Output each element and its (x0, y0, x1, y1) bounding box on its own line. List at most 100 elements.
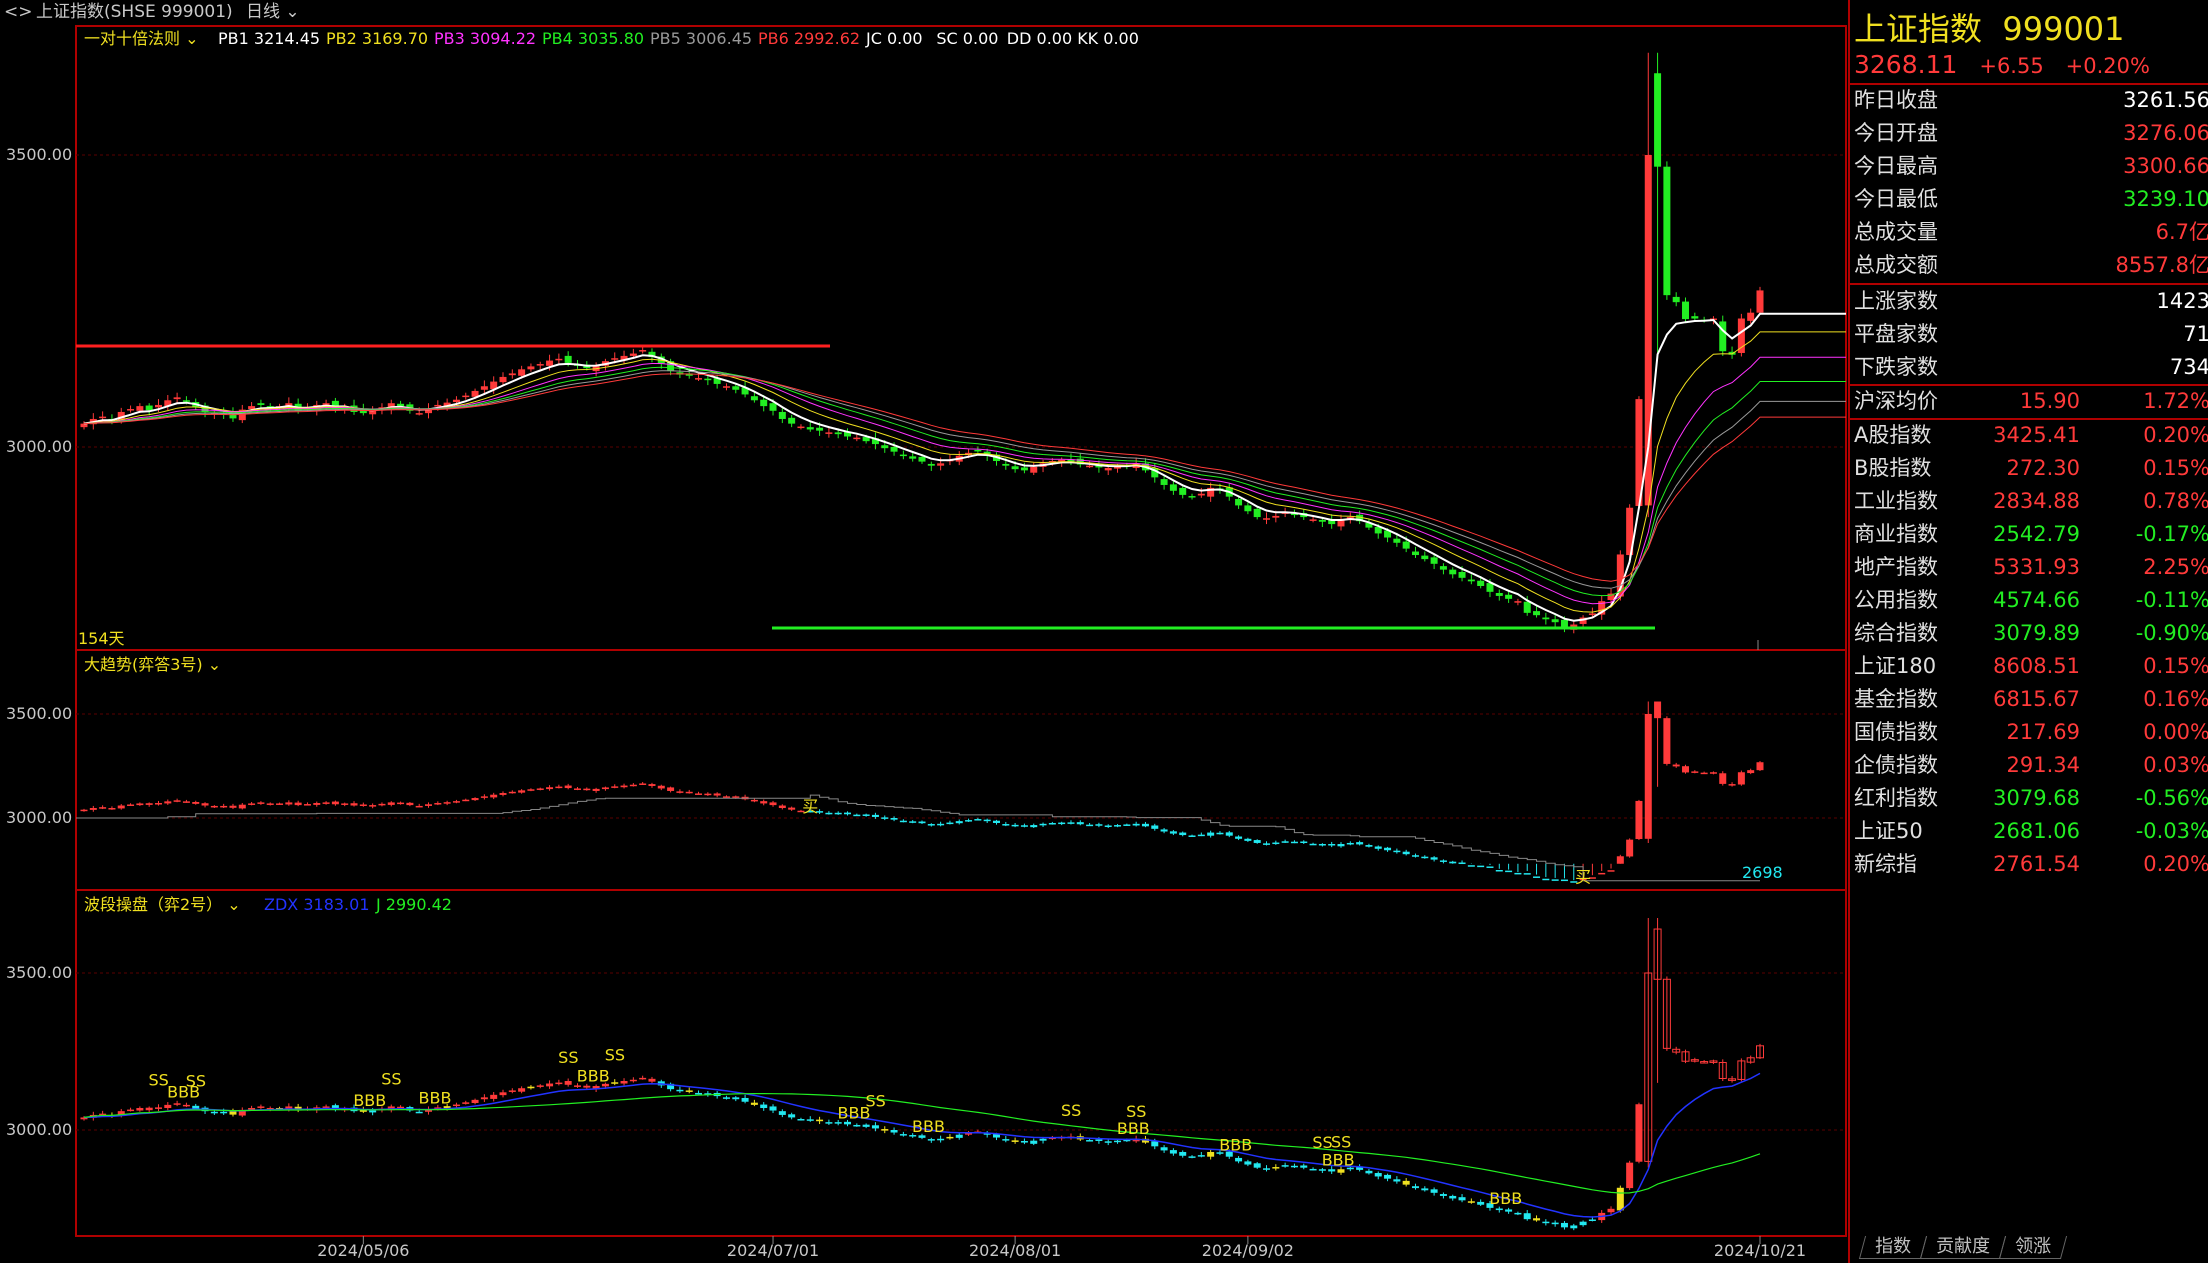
candle-body (1160, 829, 1168, 832)
x-tick-label: 2024/09/02 (1202, 1241, 1294, 1260)
candle-body (1495, 593, 1503, 596)
signal-label: BBB (353, 1091, 386, 1110)
stat-row[interactable]: 上涨家数 1423 (1850, 285, 2208, 318)
candle-body (825, 812, 833, 815)
candle-body (1179, 832, 1187, 836)
stat-row[interactable]: 公用指数 4574.66 -0.11% (1850, 584, 2208, 617)
stat-row[interactable]: 今日最高 3300.66 (1850, 150, 2208, 183)
stat-row[interactable]: 沪深均价 15.90 1.72% (1850, 385, 2208, 418)
candle-body (1439, 566, 1447, 570)
candle-body (136, 803, 144, 806)
candle-body (527, 789, 535, 791)
signal-label: BBB (1117, 1119, 1150, 1138)
candle-body (1728, 784, 1736, 786)
candle-body (1020, 467, 1028, 471)
tab-1[interactable]: 贡献度 (1919, 1236, 2007, 1259)
stat-row[interactable]: 今日开盘 3276.06 (1850, 117, 2208, 150)
y-tick-label: 3000.00 (6, 437, 72, 456)
candle-body (1560, 879, 1568, 882)
candle-body (462, 1102, 470, 1104)
candle-body (760, 1104, 768, 1109)
candle-body (853, 1124, 861, 1127)
candle-body (1654, 73, 1662, 167)
candle-body (499, 793, 507, 795)
stat-row[interactable]: 平盘家数 71 (1850, 318, 2208, 351)
candle-body (257, 1106, 265, 1108)
stat-value: 3261.56 (2123, 88, 2208, 112)
candle-body (1514, 601, 1522, 603)
candle-body (443, 802, 451, 804)
candle-body (890, 1130, 898, 1133)
stat-row[interactable]: 总成交额 8557.8亿 (1850, 249, 2208, 282)
stat-row[interactable]: 下跌家数 734 (1850, 351, 2208, 384)
candle-body (1700, 772, 1708, 775)
candle-body (1328, 844, 1336, 846)
stat-value: 217.69 (2006, 720, 2080, 744)
candle-body (1626, 839, 1634, 857)
stat-row[interactable]: 今日最低 3239.10 (1850, 183, 2208, 216)
candle-body (1253, 1163, 1261, 1168)
stat-label: 昨日收盘 (1854, 88, 1938, 112)
candle-body (1598, 872, 1606, 875)
candle-body (1179, 487, 1187, 495)
candle-body (760, 399, 768, 407)
buy-marker: 买 (802, 797, 818, 816)
candle-body (1235, 1157, 1243, 1162)
candlestick-chart[interactable]: 3500.00 3000.00 3500.00 3000.00 3500.00 3000.… (0, 0, 1848, 1263)
stat-row[interactable]: A股指数 3425.41 0.20% (1850, 419, 2208, 452)
signal-label: SS (381, 1069, 401, 1088)
candle-body (1672, 764, 1680, 767)
candle-body (732, 1097, 740, 1100)
candle-body (695, 378, 703, 380)
candle-body (1393, 1179, 1401, 1182)
ma-line (83, 370, 1846, 589)
candle-body (741, 1097, 749, 1102)
stat-pct: 0.20% (2143, 852, 2208, 876)
candle-body (629, 784, 637, 787)
stat-pct: -0.17% (2135, 522, 2208, 546)
candle-body (1216, 832, 1224, 835)
stat-row[interactable]: 企债指数 291.34 0.03% (1850, 749, 2208, 782)
candle-body (546, 360, 554, 366)
candle-body (1719, 773, 1727, 784)
stat-value: 8557.8亿 (2115, 253, 2208, 277)
last-price: 3268.11 (1854, 50, 1958, 79)
candle-body (1430, 1189, 1438, 1193)
stat-row[interactable]: 红利指数 3079.68 -0.56% (1850, 782, 2208, 815)
candle-body (490, 1094, 498, 1099)
stat-row[interactable]: B股指数 272.30 0.15% (1850, 452, 2208, 485)
candle-body (1030, 466, 1038, 473)
candle-body (1747, 770, 1755, 774)
candle-body (462, 395, 470, 398)
stat-row[interactable]: 地产指数 5331.93 2.25% (1850, 551, 2208, 584)
stat-row[interactable]: 综合指数 3079.89 -0.90% (1850, 617, 2208, 650)
stat-row[interactable]: 总成交量 6.7亿 (1850, 216, 2208, 249)
candle-body (1365, 1170, 1373, 1174)
signal-label: SS (605, 1045, 625, 1064)
stat-row[interactable]: 商业指数 2542.79 -0.17% (1850, 518, 2208, 551)
candle-body (573, 788, 581, 790)
stat-row[interactable]: 新综指 2761.54 0.20% (1850, 848, 2208, 881)
stat-row[interactable]: 上证50 2681.06 -0.03% (1850, 815, 2208, 848)
candle-body (1263, 518, 1271, 520)
candle-body (1253, 508, 1261, 518)
candle-body (1411, 551, 1419, 556)
candle-body (871, 1125, 879, 1129)
signal-label: SS (558, 1048, 578, 1067)
tab-2[interactable]: 领涨 (1998, 1236, 2068, 1259)
stat-row[interactable]: 昨日收盘 3261.56 (1850, 84, 2208, 117)
tab-0[interactable]: 指数 (1858, 1236, 1928, 1259)
stat-row[interactable]: 国债指数 217.69 0.00% (1850, 716, 2208, 749)
candle-body (1514, 872, 1522, 875)
candle-body (1477, 580, 1485, 586)
candle-body (1449, 569, 1457, 575)
candle-body (555, 786, 563, 789)
candle-body (136, 1108, 144, 1111)
stat-value: 3079.89 (1993, 621, 2080, 645)
stat-row[interactable]: 基金指数 6815.67 0.16% (1850, 683, 2208, 716)
stat-row[interactable]: 上证180 8608.51 0.15% (1850, 650, 2208, 683)
candle-body (1263, 1168, 1271, 1170)
candle-body (518, 1088, 526, 1092)
candle-body (1607, 870, 1615, 872)
stat-row[interactable]: 工业指数 2834.88 0.78% (1850, 485, 2208, 518)
